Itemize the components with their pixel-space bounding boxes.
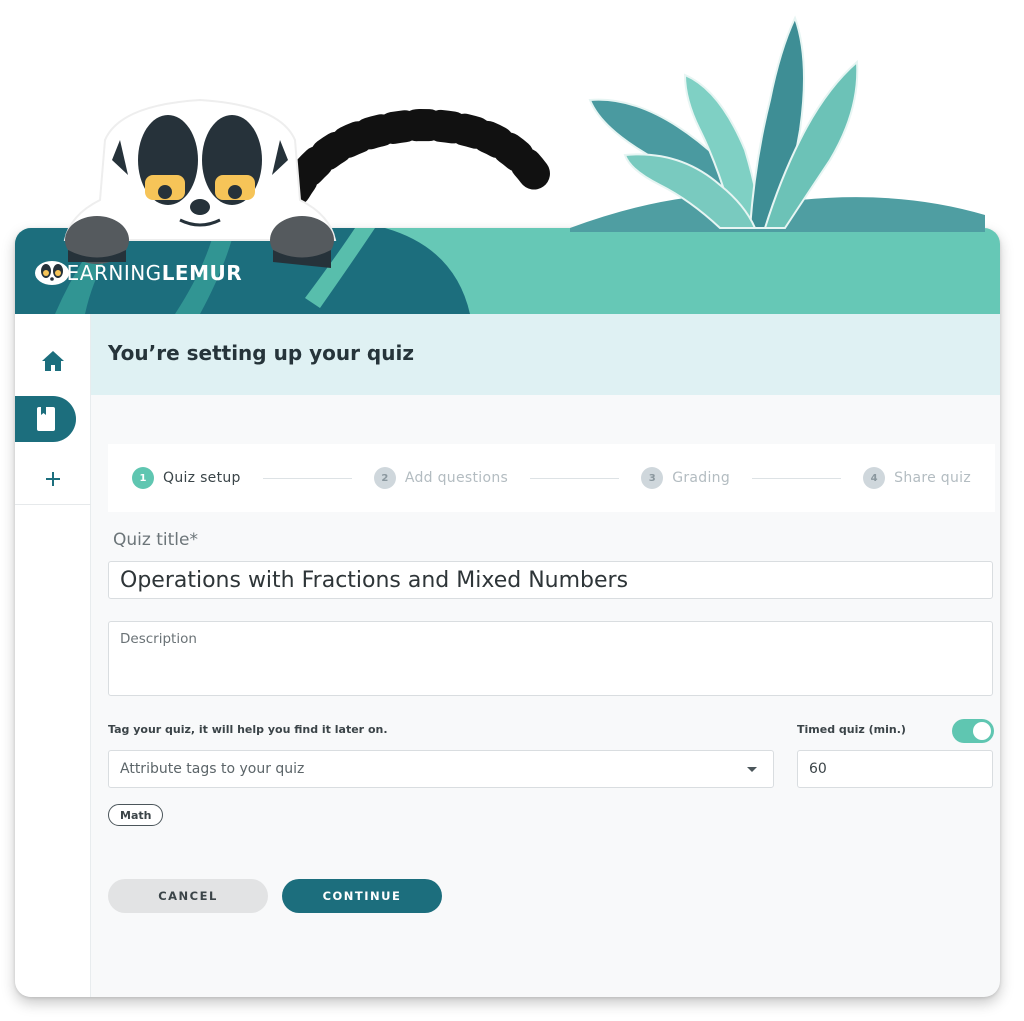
step-grading[interactable]: 3 Grading	[641, 467, 730, 489]
page-header: You’re setting up your quiz	[91, 314, 1000, 395]
description-textarea[interactable]: Description	[108, 621, 993, 696]
top-bar: LEARNINGLEMUR	[15, 228, 1000, 314]
timed-quiz-label: Timed quiz (min.)	[797, 723, 906, 736]
step-connector	[262, 477, 352, 479]
sidebar-item-quizzes[interactable]	[15, 396, 76, 442]
brand-name: LEARNINGLEMUR	[55, 261, 242, 285]
chevron-down-icon	[747, 767, 757, 772]
step-number: 2	[373, 467, 396, 489]
cancel-button[interactable]: CANCEL	[108, 879, 268, 913]
stepper: 1 Quiz setup 2 Add questions 3 Grading 4…	[108, 444, 995, 512]
step-quiz-setup[interactable]: 1 Quiz setup	[132, 467, 241, 489]
step-label: Quiz setup	[163, 470, 241, 486]
plant-illustration	[570, 15, 985, 232]
step-share-quiz[interactable]: 4 Share quiz	[863, 467, 971, 489]
sidebar-divider	[15, 504, 91, 505]
timed-quiz-toggle[interactable]	[952, 719, 994, 743]
step-connector	[530, 477, 620, 479]
toggle-knob	[973, 722, 991, 740]
tag-select[interactable]: Attribute tags to your quiz	[108, 750, 774, 788]
plus-icon	[46, 472, 60, 486]
step-number: 4	[863, 467, 886, 489]
sidebar-item-add[interactable]	[15, 456, 91, 502]
tag-select-placeholder: Attribute tags to your quiz	[120, 761, 305, 777]
step-number: 3	[641, 467, 664, 489]
brand-logo[interactable]: LEARNINGLEMUR	[33, 258, 242, 288]
timed-quiz-minutes-input[interactable]: 60	[797, 750, 993, 788]
tag-label: Tag your quiz, it will help you find it …	[108, 723, 388, 736]
page-title: You’re setting up your quiz	[108, 341, 414, 365]
lemur-face-icon	[35, 261, 69, 285]
step-label: Share quiz	[894, 470, 971, 486]
quiz-title-label: Quiz title*	[113, 530, 198, 550]
quiz-title-input[interactable]: Operations with Fractions and Mixed Numb…	[108, 561, 993, 599]
step-number: 1	[132, 467, 154, 489]
brand-name-bold: LEMUR	[161, 261, 243, 285]
app-window: LEARNINGLEMUR You’re setting up your qui…	[15, 228, 1000, 997]
tag-chip[interactable]: Math	[108, 804, 164, 826]
brand-name-light: LEARNING	[55, 261, 162, 285]
step-label: Add questions	[404, 470, 509, 486]
sidebar-item-home[interactable]	[15, 338, 91, 384]
lemur-tail-illustration	[275, 104, 555, 210]
step-connector	[752, 477, 842, 479]
step-add-questions[interactable]: 2 Add questions	[373, 467, 509, 489]
sidebar	[15, 314, 91, 997]
step-label: Grading	[672, 470, 731, 486]
book-icon	[36, 407, 55, 431]
continue-button[interactable]: CONTINUE	[282, 879, 442, 913]
home-icon	[42, 351, 64, 371]
